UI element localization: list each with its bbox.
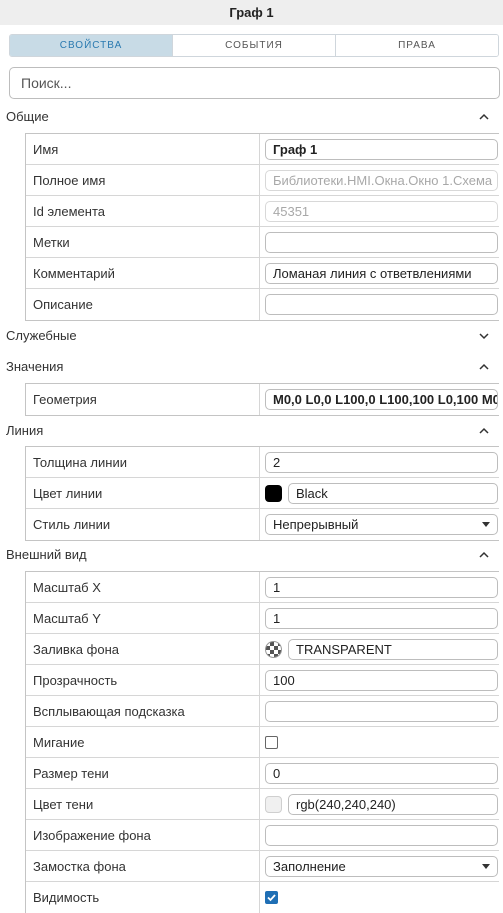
name-field[interactable]: Граф 1: [265, 138, 498, 160]
bg-image-field[interactable]: [265, 824, 498, 846]
tooltip-field[interactable]: [265, 700, 498, 722]
property-row-visibility: Видимость: [26, 882, 499, 913]
tab-bar: свойства события права: [9, 34, 499, 57]
property-row-line-width: Толщина линии 2: [26, 447, 499, 478]
bg-tiling-value: Заполнение: [273, 858, 346, 874]
chevron-up-icon[interactable]: [479, 362, 489, 372]
section-values-title: Значения: [6, 359, 64, 374]
scale-x-field[interactable]: 1: [265, 576, 498, 598]
section-general-title: Общие: [6, 109, 49, 124]
description-field[interactable]: [265, 294, 498, 315]
scale-y-field[interactable]: 1: [265, 607, 498, 629]
property-label: Геометрия: [26, 384, 260, 415]
color-swatch[interactable]: [265, 795, 282, 813]
fill-field[interactable]: TRANSPARENT: [288, 638, 498, 660]
property-label: Масштаб X: [26, 572, 260, 602]
property-row-scale-x: Масштаб X 1: [26, 572, 499, 603]
property-row-fill: Заливка фона TRANSPARENT: [26, 634, 499, 665]
search-input[interactable]: [9, 67, 500, 99]
property-row-full-name: Полное имя Библиотеки.HMI.Окна.Окно 1.Сх…: [26, 165, 499, 196]
section-line-group: Толщина линии 2 Цвет линии Black Стиль л…: [25, 446, 499, 541]
property-label: Замостка фона: [26, 851, 260, 881]
chevron-up-icon[interactable]: [479, 550, 489, 560]
bg-tiling-select[interactable]: Заполнение: [265, 855, 498, 877]
section-values-header[interactable]: Значения: [0, 351, 503, 382]
property-label: Мигание: [26, 727, 260, 757]
tab-properties[interactable]: свойства: [10, 35, 173, 56]
caret-down-icon: [482, 863, 490, 869]
property-row-shadow-color: Цвет тени rgb(240,240,240): [26, 789, 499, 820]
property-label: Масштаб Y: [26, 603, 260, 633]
property-row-description: Описание: [26, 289, 499, 320]
property-row-comment: Комментарий Ломаная линия с ответвлениям…: [26, 258, 499, 289]
line-style-value: Непрерывный: [273, 517, 359, 532]
tags-field[interactable]: [265, 231, 498, 253]
property-label: Толщина линии: [26, 447, 260, 477]
property-label: Всплывающая подсказка: [26, 696, 260, 726]
property-label: Цвет линии: [26, 478, 260, 508]
property-row-opacity: Прозрачность 100: [26, 665, 499, 696]
visibility-checkbox[interactable]: [265, 891, 278, 904]
tab-permissions[interactable]: права: [336, 35, 498, 56]
property-row-bg-image: Изображение фона: [26, 820, 499, 851]
shadow-size-field[interactable]: 0: [265, 762, 498, 784]
section-appearance-group: Масштаб X 1 Масштаб Y 1 Заливка фона TRA…: [25, 571, 499, 913]
property-row-blink: Мигание: [26, 727, 499, 758]
property-label: Заливка фона: [26, 634, 260, 664]
chevron-down-icon[interactable]: [479, 331, 489, 341]
window-title: Граф 1: [0, 0, 503, 25]
color-swatch[interactable]: [265, 484, 282, 502]
blink-checkbox[interactable]: [265, 735, 278, 749]
property-row-element-id: Id элемента 45351: [26, 196, 499, 227]
section-line-title: Линия: [6, 423, 44, 438]
section-values-group: Геометрия M0,0 L0,0 L100,0 L100,100 L0,1…: [25, 383, 499, 416]
property-row-geometry: Геометрия M0,0 L0,0 L100,0 L100,100 L0,1…: [26, 384, 499, 415]
section-appearance-title: Внешний вид: [6, 547, 87, 562]
property-row-shadow-size: Размер тени 0: [26, 758, 499, 789]
chevron-up-icon[interactable]: [479, 112, 489, 122]
section-service-header[interactable]: Служебные: [0, 320, 503, 351]
property-row-bg-tiling: Замостка фона Заполнение: [26, 851, 499, 882]
property-row-scale-y: Масштаб Y 1: [26, 603, 499, 634]
property-label: Описание: [26, 289, 260, 320]
comment-field[interactable]: Ломаная линия с ответвлениями: [265, 262, 498, 284]
line-style-select[interactable]: Непрерывный: [265, 514, 498, 535]
property-label: Размер тени: [26, 758, 260, 788]
geometry-field[interactable]: M0,0 L0,0 L100,0 L100,100 L0,100 M0: [265, 389, 498, 410]
shadow-color-field[interactable]: rgb(240,240,240): [288, 793, 498, 815]
section-appearance-header[interactable]: Внешний вид: [0, 539, 503, 570]
property-label: Комментарий: [26, 258, 260, 288]
property-label: Изображение фона: [26, 820, 260, 850]
property-row-line-color: Цвет линии Black: [26, 478, 499, 509]
section-service-title: Служебные: [6, 328, 77, 343]
property-row-name: Имя Граф 1: [26, 134, 499, 165]
chevron-up-icon[interactable]: [479, 426, 489, 436]
property-label: Полное имя: [26, 165, 260, 195]
checkmark-icon: [267, 894, 276, 902]
property-label: Метки: [26, 227, 260, 257]
property-row-line-style: Стиль линии Непрерывный: [26, 509, 499, 540]
property-label: Имя: [26, 134, 260, 164]
caret-down-icon: [482, 522, 490, 527]
property-label: Цвет тени: [26, 789, 260, 819]
full-name-field: Библиотеки.HMI.Окна.Окно 1.Схема: [265, 169, 498, 191]
opacity-field[interactable]: 100: [265, 669, 498, 691]
line-color-field[interactable]: Black: [288, 482, 498, 504]
line-width-field[interactable]: 2: [265, 451, 498, 473]
property-label: Стиль линии: [26, 509, 260, 540]
element-id-field: 45351: [265, 200, 498, 222]
tab-events[interactable]: события: [173, 35, 336, 56]
section-general-group: Имя Граф 1 Полное имя Библиотеки.HMI.Окн…: [25, 133, 499, 321]
transparent-swatch-icon[interactable]: [265, 640, 282, 658]
property-label: Id элемента: [26, 196, 260, 226]
property-row-tooltip: Всплывающая подсказка: [26, 696, 499, 727]
property-label: Видимость: [26, 882, 260, 913]
section-line-header[interactable]: Линия: [0, 415, 503, 446]
property-row-tags: Метки: [26, 227, 499, 258]
property-label: Прозрачность: [26, 665, 260, 695]
section-general-header[interactable]: Общие: [0, 101, 503, 132]
